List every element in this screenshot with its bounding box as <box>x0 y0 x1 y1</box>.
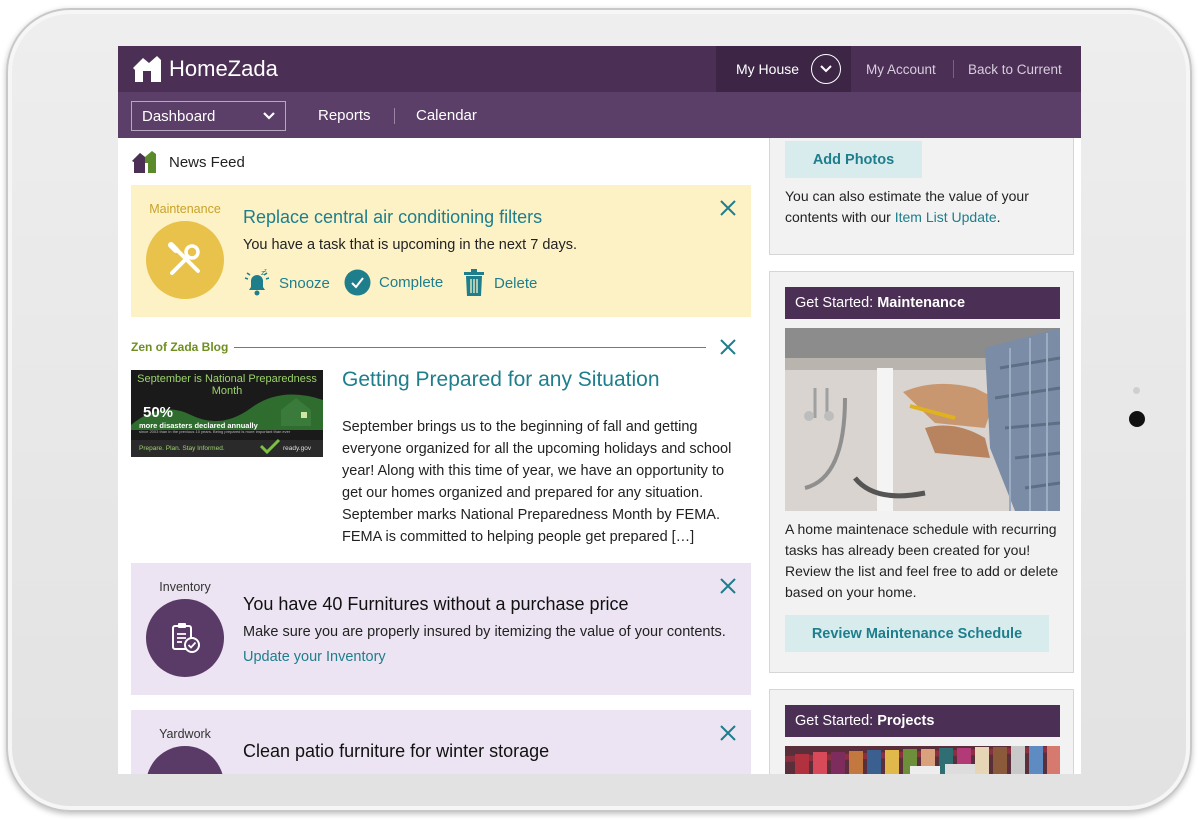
review-maintenance-schedule-button[interactable]: Review Maintenance Schedule <box>785 615 1049 652</box>
snooze-label: Snooze <box>279 274 330 292</box>
card-category: Maintenance <box>149 202 221 216</box>
chevron-down-icon[interactable] <box>811 54 842 84</box>
swatches-photo <box>785 746 1060 774</box>
inventory-card: Inventory You have 40 Furnitures without… <box>131 563 751 695</box>
news-feed-title: News Feed <box>169 153 245 171</box>
close-icon[interactable] <box>719 577 737 595</box>
tools-icon <box>146 221 224 299</box>
brand-name: HomeZada <box>169 56 278 81</box>
close-icon[interactable] <box>719 199 737 217</box>
yardwork-card: Yardwork Clean patio furniture for winte… <box>131 710 751 774</box>
card-text: Make sure you are properly insured by it… <box>243 624 726 640</box>
blog-excerpt: September brings us to the beginning of … <box>342 419 732 545</box>
back-to-current-link[interactable]: Back to Current <box>968 46 1062 92</box>
complete-label: Complete <box>379 274 444 291</box>
panel-header: Get Started: Maintenance <box>785 287 1060 319</box>
top-divider <box>953 60 954 78</box>
blog-image-footer-right: ready.gov <box>283 445 312 452</box>
get-started-projects-panel: Get Started: Projects <box>769 689 1074 774</box>
blog-title[interactable]: Getting Prepared for any Situation <box>342 368 660 392</box>
item-list-update-link[interactable]: Item List Update <box>895 209 997 225</box>
blog-label: Zen of Zada Blog <box>131 340 229 354</box>
photos-panel-text: You can also estimate the value of your … <box>785 186 1060 228</box>
nav-calendar[interactable]: Calendar <box>416 92 477 138</box>
blog-image-stat-text: more disasters declared annually <box>139 421 258 430</box>
news-feed-heading: News Feed <box>131 150 245 174</box>
svg-text:z: z <box>264 269 267 274</box>
update-inventory-link[interactable]: Update your Inventory <box>243 649 386 665</box>
dashboard-dropdown[interactable]: Dashboard <box>131 101 286 131</box>
delete-label: Delete <box>494 274 538 292</box>
nav-bar: Dashboard Reports Calendar <box>118 92 1081 138</box>
card-category: Yardwork <box>159 727 211 741</box>
yardwork-icon <box>146 746 224 774</box>
nav-divider <box>394 108 395 124</box>
app-screen: HomeZada My House My Account Back to Cur… <box>118 46 1081 774</box>
top-bar: HomeZada My House My Account Back to Cur… <box>118 46 1081 92</box>
blog-thumbnail[interactable]: September is National Preparedness Month… <box>131 370 323 457</box>
photos-panel: Add Photos You can also estimate the val… <box>769 138 1074 255</box>
close-icon[interactable] <box>719 724 737 742</box>
panel-header-bold: Maintenance <box>877 295 966 311</box>
sensor-dot <box>1133 387 1140 394</box>
house-logo-icon <box>133 56 161 82</box>
bell-snooze-icon: z z <box>244 269 270 296</box>
complete-button[interactable]: Complete <box>344 269 443 296</box>
card-title: You have 40 Furnitures without a purchas… <box>243 594 629 614</box>
blog-image-stat: 50% <box>143 404 174 421</box>
chevron-down-icon <box>263 112 275 120</box>
card-title[interactable]: Replace central air conditioning filters <box>243 207 542 228</box>
camera-icon <box>1129 411 1145 427</box>
blog-divider <box>234 347 706 348</box>
trash-icon <box>464 269 484 296</box>
blog-header: Zen of Zada Blog <box>131 337 751 357</box>
card-category: Inventory <box>159 580 211 594</box>
brand-logo[interactable]: HomeZada <box>131 54 278 84</box>
maintenance-card: Maintenance Replace central air conditio… <box>131 185 751 317</box>
blog-image-stat-small: since 2003 than in the previous 10 years… <box>139 430 291 434</box>
clipboard-check-icon <box>146 599 224 677</box>
checkmark-circle-icon <box>344 269 371 296</box>
delete-button[interactable]: Delete <box>462 269 537 297</box>
plumber-photo <box>785 328 1060 511</box>
blog-image-footer-left: Prepare. Plan. Stay Informed. <box>139 445 225 452</box>
close-icon[interactable] <box>719 338 737 356</box>
add-photos-button[interactable]: Add Photos <box>785 141 922 178</box>
panel-header-prefix: Get Started: <box>795 713 874 729</box>
card-text: You have a task that is upcoming in the … <box>243 237 577 253</box>
blog-image-headline: September is National Preparedness Month <box>137 373 317 397</box>
panel-header-prefix: Get Started: <box>795 295 874 311</box>
card-title: Clean patio furniture for winter storage <box>243 741 550 761</box>
my-account-link[interactable]: My Account <box>866 46 936 92</box>
nav-reports[interactable]: Reports <box>318 92 371 138</box>
panel-header: Get Started: Projects <box>785 705 1060 737</box>
maintenance-panel-text: A home maintenace schedule with recurrin… <box>785 521 1059 600</box>
get-started-maintenance-panel: Get Started: Maintenance A home maintena <box>769 271 1074 673</box>
house-selector[interactable]: My House <box>716 46 851 92</box>
snooze-button[interactable]: z z Snooze <box>243 269 330 297</box>
dashboard-dropdown-label: Dashboard <box>142 107 216 125</box>
photos-panel-text-after: . <box>996 209 1001 225</box>
panel-header-bold: Projects <box>877 713 935 729</box>
house-selector-label: My House <box>736 61 800 77</box>
house-leaf-icon <box>132 151 156 173</box>
